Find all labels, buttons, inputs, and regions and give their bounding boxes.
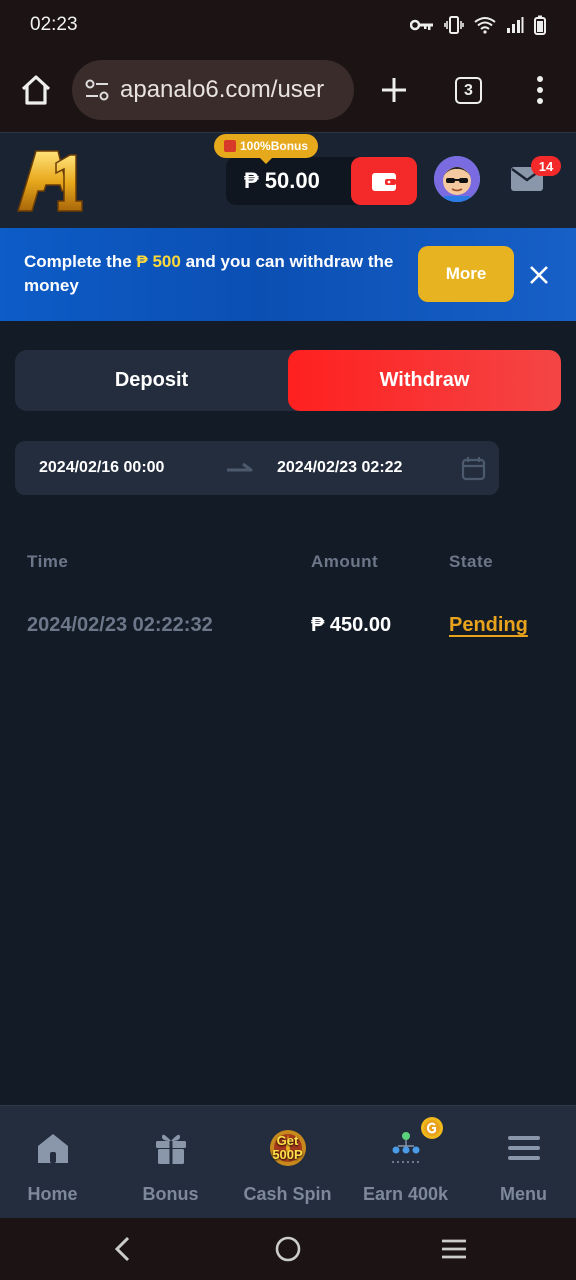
tab-count: 3 bbox=[464, 81, 473, 99]
url-text: apanalo6.com/user bbox=[120, 76, 325, 103]
promo-banner: Complete the ₱ 500 and you can withdraw … bbox=[0, 228, 576, 321]
tab-withdraw-label: Withdraw bbox=[379, 369, 470, 391]
row-amount: ₱ 450.00 bbox=[311, 614, 392, 636]
bonus-tag-label: 100%Bonus bbox=[240, 139, 309, 153]
tab-deposit[interactable]: Deposit bbox=[15, 350, 288, 411]
menu-icon bbox=[507, 1136, 540, 1160]
promo-text-before: Complete the bbox=[24, 252, 137, 271]
column-header-amount: Amount bbox=[311, 552, 379, 571]
nav-cash-spin-label: Cash Spin bbox=[243, 1184, 332, 1204]
wallet-icon bbox=[372, 173, 396, 191]
avatar-face-icon bbox=[434, 156, 480, 202]
gift-mini-icon bbox=[224, 140, 236, 152]
promo-text: Complete the ₱ 500 and you can withdraw … bbox=[24, 250, 404, 298]
browser-toolbar: apanalo6.com/user 3 bbox=[0, 50, 576, 132]
row-time: 2024/02/23 02:22:32 bbox=[27, 614, 213, 636]
date-range-picker[interactable]: 2024/02/16 00:00 2024/02/23 02:22 bbox=[15, 441, 499, 495]
nav-home-label: Home bbox=[27, 1184, 78, 1204]
promo-highlight: ₱ 500 bbox=[136, 252, 181, 271]
bonus-tag: 100%Bonus bbox=[214, 134, 319, 164]
recents-icon[interactable] bbox=[440, 1237, 468, 1261]
column-header-state: State bbox=[449, 552, 494, 571]
nav-home[interactable]: Home bbox=[0, 1106, 110, 1219]
nav-bonus[interactable]: Bonus bbox=[113, 1106, 228, 1219]
gift-icon bbox=[155, 1134, 186, 1164]
coin-icon bbox=[420, 1117, 443, 1139]
home-circle-icon[interactable] bbox=[274, 1235, 302, 1263]
mail-badge: 14 bbox=[531, 156, 561, 176]
site-settings-icon[interactable] bbox=[84, 77, 110, 103]
calendar-icon[interactable] bbox=[461, 456, 486, 481]
nav-bonus-label: Bonus bbox=[142, 1184, 199, 1204]
browser-home-icon[interactable] bbox=[18, 72, 54, 108]
transaction-tabs: Deposit Withdraw bbox=[15, 350, 561, 411]
address-bar[interactable]: apanalo6.com/user bbox=[72, 60, 354, 120]
date-end[interactable]: 2024/02/23 02:22 bbox=[277, 441, 402, 495]
status-icons bbox=[410, 15, 546, 35]
nav-earn[interactable]: Earn 400k bbox=[348, 1106, 463, 1219]
status-time: 02:23 bbox=[30, 14, 78, 35]
site-logo[interactable] bbox=[16, 145, 86, 215]
wifi-icon bbox=[474, 17, 496, 34]
nav-earn-label: Earn 400k bbox=[362, 1184, 449, 1204]
nav-menu-label: Menu bbox=[500, 1184, 547, 1204]
new-tab-icon[interactable] bbox=[378, 74, 410, 106]
arrow-right-icon bbox=[227, 462, 253, 472]
status-bar: 02:23 bbox=[0, 0, 576, 50]
close-icon[interactable] bbox=[528, 264, 550, 286]
tab-withdraw[interactable]: Withdraw bbox=[288, 350, 561, 411]
site-header: ₱ 50.00 100%Bonus bbox=[0, 132, 576, 228]
browser-menu-icon[interactable] bbox=[528, 74, 552, 106]
date-start[interactable]: 2024/02/16 00:00 bbox=[39, 441, 164, 495]
back-icon[interactable] bbox=[110, 1235, 136, 1263]
cash-spin-badge: Get 500P bbox=[272, 1133, 303, 1162]
balance-amount: ₱ 50.00 bbox=[244, 168, 320, 193]
home-icon bbox=[37, 1134, 68, 1163]
promo-more-button[interactable]: More bbox=[418, 246, 514, 302]
bottom-nav: Home Bonus Get 500P Cash Spin Earn 400k … bbox=[0, 1105, 576, 1218]
system-navigation-bar bbox=[0, 1218, 576, 1280]
signal-icon bbox=[507, 17, 524, 33]
vibrate-icon bbox=[444, 16, 464, 34]
nav-cash-spin[interactable]: Get 500P Cash Spin bbox=[230, 1106, 345, 1219]
column-header-time: Time bbox=[27, 552, 69, 571]
key-icon bbox=[410, 19, 433, 31]
battery-icon bbox=[534, 15, 546, 35]
tab-switcher-button[interactable]: 3 bbox=[455, 77, 482, 104]
row-state-pending[interactable]: Pending bbox=[449, 614, 528, 637]
nav-menu[interactable]: Menu bbox=[466, 1106, 576, 1219]
avatar[interactable] bbox=[434, 156, 480, 202]
tab-deposit-label: Deposit bbox=[114, 369, 189, 391]
wallet-button[interactable] bbox=[351, 157, 417, 205]
